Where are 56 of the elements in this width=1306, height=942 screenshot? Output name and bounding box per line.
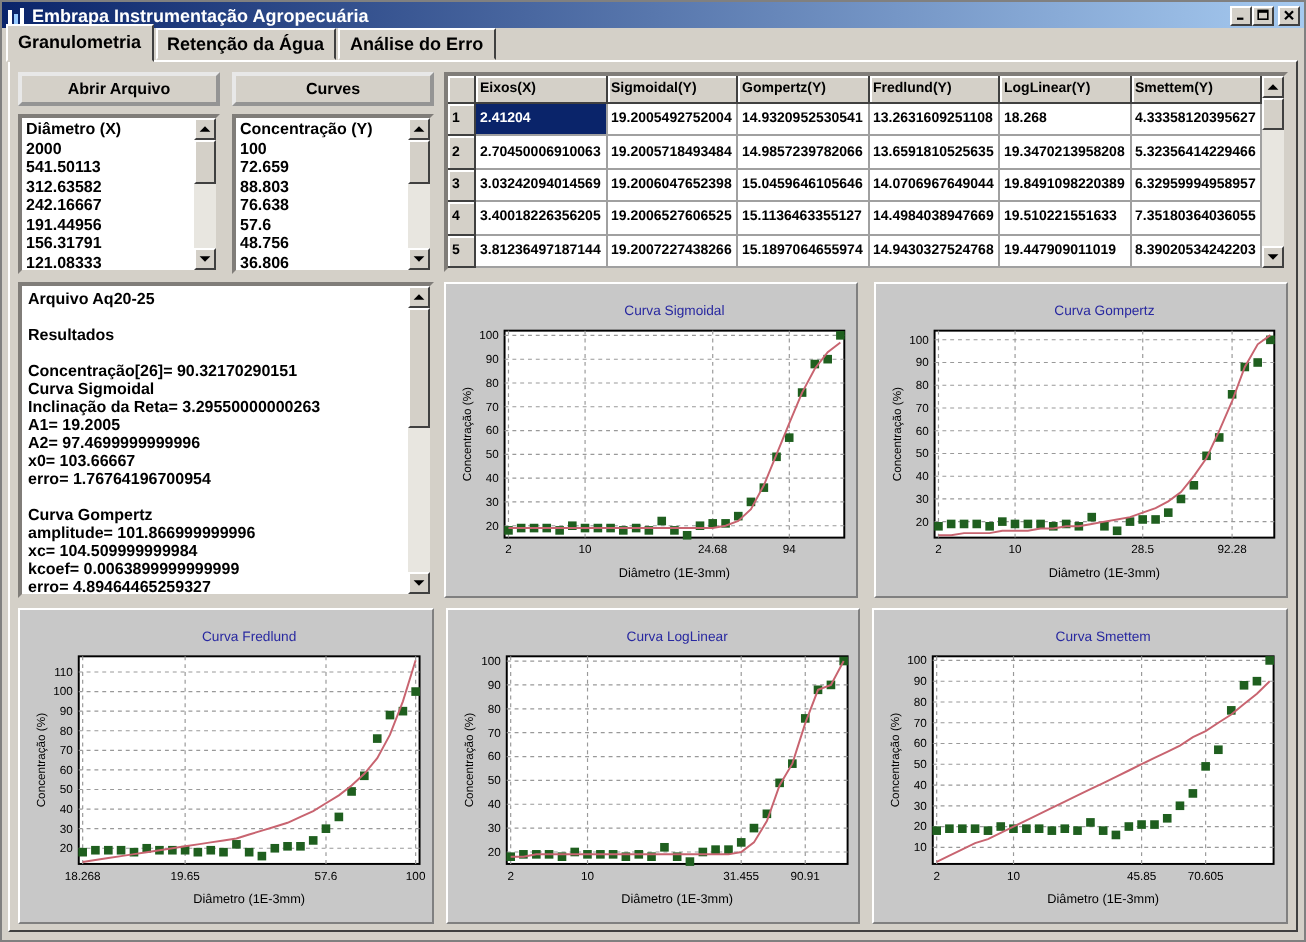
- scroll-up-icon[interactable]: [408, 286, 430, 308]
- result-line: A1= 19.2005: [28, 416, 123, 434]
- scrollbar[interactable]: [1262, 76, 1284, 268]
- result-line: Resultados: [28, 326, 117, 344]
- list-item[interactable]: 312.63582: [26, 177, 190, 196]
- scrollbar[interactable]: [408, 118, 430, 270]
- scrollbar[interactable]: [194, 118, 216, 270]
- tab[interactable]: Granulometria: [6, 24, 154, 62]
- list-item[interactable]: 191.44956: [26, 215, 190, 234]
- list-item[interactable]: 121.08333: [26, 253, 190, 270]
- list-item[interactable]: 36.806: [240, 253, 404, 270]
- list-item[interactable]: 57.6: [240, 215, 404, 234]
- scrollbar[interactable]: [408, 286, 430, 594]
- result-line: amplitude= 101.866999999996: [28, 524, 258, 542]
- result-line: Arquivo Aq20-25: [28, 290, 157, 308]
- window-title: Embrapa Instrumentação Agropecuária: [32, 5, 371, 25]
- tab[interactable]: Análise do Erro: [338, 28, 496, 60]
- list-item[interactable]: 76.638: [240, 196, 404, 215]
- list-item[interactable]: 48.756: [240, 234, 404, 253]
- result-line: kcoef= 0.0063899999999999: [28, 560, 242, 578]
- result-line: erro= 4.89464465259327: [28, 578, 213, 594]
- list-item[interactable]: 88.803: [240, 177, 404, 196]
- list-item[interactable]: 541.50113: [26, 158, 190, 177]
- result-line: Concentração[26]= 90.32170290151: [28, 362, 300, 380]
- result-line: x0= 103.66667: [28, 452, 138, 470]
- maximize-icon[interactable]: [1252, 5, 1274, 25]
- scroll-up-icon[interactable]: [194, 118, 216, 140]
- list-header: Diâmetro (X): [26, 120, 124, 139]
- toolbar-button[interactable]: Abrir Arquivo: [18, 72, 220, 106]
- list-item[interactable]: 156.31791: [26, 234, 190, 253]
- toolbar-button[interactable]: Curves: [232, 72, 434, 106]
- scroll-up-icon[interactable]: [1262, 76, 1284, 98]
- scroll-thumb[interactable]: [1262, 98, 1284, 130]
- result-line: Inclinação da Reta= 3.29550000000263: [28, 398, 323, 416]
- tab[interactable]: Retenção da Água: [155, 28, 337, 60]
- scroll-down-icon[interactable]: [194, 248, 216, 270]
- list-header: Concentração (Y): [240, 120, 375, 139]
- app-icon: [6, 5, 26, 25]
- result-line: xc= 104.509999999984: [28, 542, 200, 560]
- scroll-down-icon[interactable]: [408, 248, 430, 270]
- result-line: A2= 97.4699999999996: [28, 434, 203, 452]
- scroll-thumb[interactable]: [194, 140, 216, 184]
- list-item[interactable]: 2000: [26, 139, 190, 158]
- scroll-down-icon[interactable]: [408, 572, 430, 594]
- scroll-up-icon[interactable]: [408, 118, 430, 140]
- result-line: Curva Sigmoidal: [28, 380, 157, 398]
- list-item[interactable]: 100: [240, 139, 404, 158]
- list-item[interactable]: 72.659: [240, 158, 404, 177]
- list-item[interactable]: 242.16667: [26, 196, 190, 215]
- scroll-thumb[interactable]: [408, 140, 430, 184]
- scroll-down-icon[interactable]: [1262, 246, 1284, 268]
- close-icon[interactable]: [1278, 5, 1300, 25]
- minimize-icon[interactable]: [1230, 5, 1252, 25]
- result-line: Curva Gompertz: [28, 506, 155, 524]
- scroll-thumb[interactable]: [408, 308, 430, 428]
- result-line: erro= 1.76764196700954: [28, 470, 213, 488]
